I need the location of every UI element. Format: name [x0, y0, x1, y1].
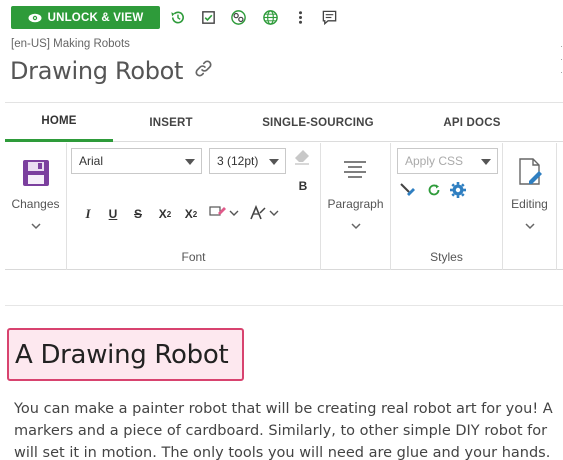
- paragraph-line: will set it in motion. The only tools yo…: [14, 445, 551, 460]
- edit-document-icon[interactable]: [517, 157, 545, 192]
- font-size-value: 3 (12pt): [217, 154, 259, 168]
- paragraph-line: You can make a painter robot that will b…: [14, 401, 553, 417]
- settings-group-icon[interactable]: [229, 8, 247, 26]
- refresh-icon[interactable]: [427, 183, 441, 202]
- superscript-button[interactable]: X2: [181, 205, 201, 223]
- superscript-mark: 2: [192, 209, 198, 219]
- ribbon-tabs: HOME INSERT SINGLE-SOURCING API DOCS: [5, 102, 563, 142]
- eye-icon: [28, 13, 42, 22]
- apply-css-placeholder: Apply CSS: [405, 154, 464, 168]
- more-vertical-icon[interactable]: [291, 8, 309, 26]
- unlock-and-view-label: UNLOCK & VIEW: [47, 11, 144, 24]
- paragraph-line: markers and a piece of cardboard. Simila…: [14, 423, 548, 439]
- chevron-down-icon: [229, 210, 239, 216]
- paragraph-label[interactable]: Paragraph: [321, 197, 390, 211]
- font-group: Arial 3 (12pt) B I U S X2 X2 Font: [67, 143, 321, 270]
- paragraph-chevron-down-icon[interactable]: [321, 217, 390, 235]
- strikethrough-button[interactable]: S: [131, 205, 145, 223]
- page-title-row: Drawing Robot: [10, 57, 214, 85]
- link-icon[interactable]: [193, 58, 214, 84]
- editing-label[interactable]: Editing: [503, 197, 556, 211]
- checkbox-icon[interactable]: [199, 8, 217, 26]
- page-title: Drawing Robot: [10, 57, 184, 85]
- globe-icon[interactable]: [261, 8, 279, 26]
- text-color-button[interactable]: [249, 205, 279, 221]
- tab-single-sourcing-label: SINGLE-SOURCING: [262, 116, 374, 129]
- selected-heading-block[interactable]: A Drawing Robot: [7, 328, 244, 381]
- font-family-select[interactable]: Arial: [71, 148, 202, 174]
- chevron-down-icon: [185, 159, 195, 165]
- align-icon[interactable]: [343, 159, 367, 184]
- text-color-icon: [250, 205, 266, 220]
- changes-label[interactable]: Changes: [5, 197, 66, 211]
- chevron-down-icon: [269, 159, 279, 165]
- save-icon[interactable]: [22, 159, 50, 192]
- subscript-label: X: [158, 207, 167, 221]
- tab-home-label: HOME: [41, 115, 77, 127]
- content-heading[interactable]: A Drawing Robot: [15, 340, 229, 370]
- content-paragraph[interactable]: You can make a painter robot that will b…: [14, 398, 563, 460]
- subscript-mark: 2: [166, 209, 172, 219]
- apply-css-select[interactable]: Apply CSS: [397, 148, 498, 174]
- font-family-value: Arial: [79, 154, 104, 168]
- font-group-label: Font: [181, 250, 206, 264]
- changes-group: Changes: [5, 143, 67, 270]
- tab-home[interactable]: HOME: [5, 103, 113, 142]
- tab-api-docs[interactable]: API DOCS: [411, 103, 533, 142]
- highlight-icon: [209, 206, 226, 216]
- bold-button[interactable]: B: [295, 177, 311, 195]
- subscript-button[interactable]: X2: [155, 205, 175, 223]
- clear-formatting-icon[interactable]: [293, 148, 311, 171]
- history-icon[interactable]: [168, 8, 186, 26]
- top-toolbar: UNLOCK & VIEW: [0, 0, 563, 36]
- editor-toolbar-spacer: [5, 271, 563, 306]
- italic-button[interactable]: I: [81, 205, 95, 223]
- unlock-and-view-button[interactable]: UNLOCK & VIEW: [11, 6, 160, 29]
- tab-single-sourcing[interactable]: SINGLE-SOURCING: [233, 103, 403, 142]
- chevron-down-icon: [269, 210, 279, 216]
- style-settings-gear-icon[interactable]: [449, 181, 467, 204]
- breadcrumb[interactable]: [en-US] Making Robots: [11, 38, 130, 50]
- tab-insert-label: INSERT: [149, 116, 193, 129]
- editing-chevron-down-icon[interactable]: [503, 217, 556, 235]
- paragraph-group: Paragraph: [321, 143, 391, 270]
- font-size-select[interactable]: 3 (12pt): [209, 148, 286, 174]
- highlight-color-button[interactable]: [209, 205, 239, 221]
- superscript-label: X: [184, 207, 193, 221]
- styles-group: Apply CSS Styles: [391, 143, 503, 270]
- tab-api-docs-label: API DOCS: [443, 116, 501, 129]
- editing-group: Editing: [503, 143, 557, 270]
- chevron-down-icon: [481, 159, 491, 165]
- styles-group-label: Styles: [430, 250, 463, 264]
- style-painter-icon[interactable]: [398, 181, 416, 204]
- underline-button[interactable]: U: [106, 205, 120, 223]
- changes-chevron-down-icon[interactable]: [5, 217, 66, 235]
- ribbon-home: Changes Arial 3 (12pt) B I U S X2 X2 Fon…: [5, 143, 563, 270]
- tab-insert[interactable]: INSERT: [117, 103, 225, 142]
- comment-icon[interactable]: [320, 8, 338, 26]
